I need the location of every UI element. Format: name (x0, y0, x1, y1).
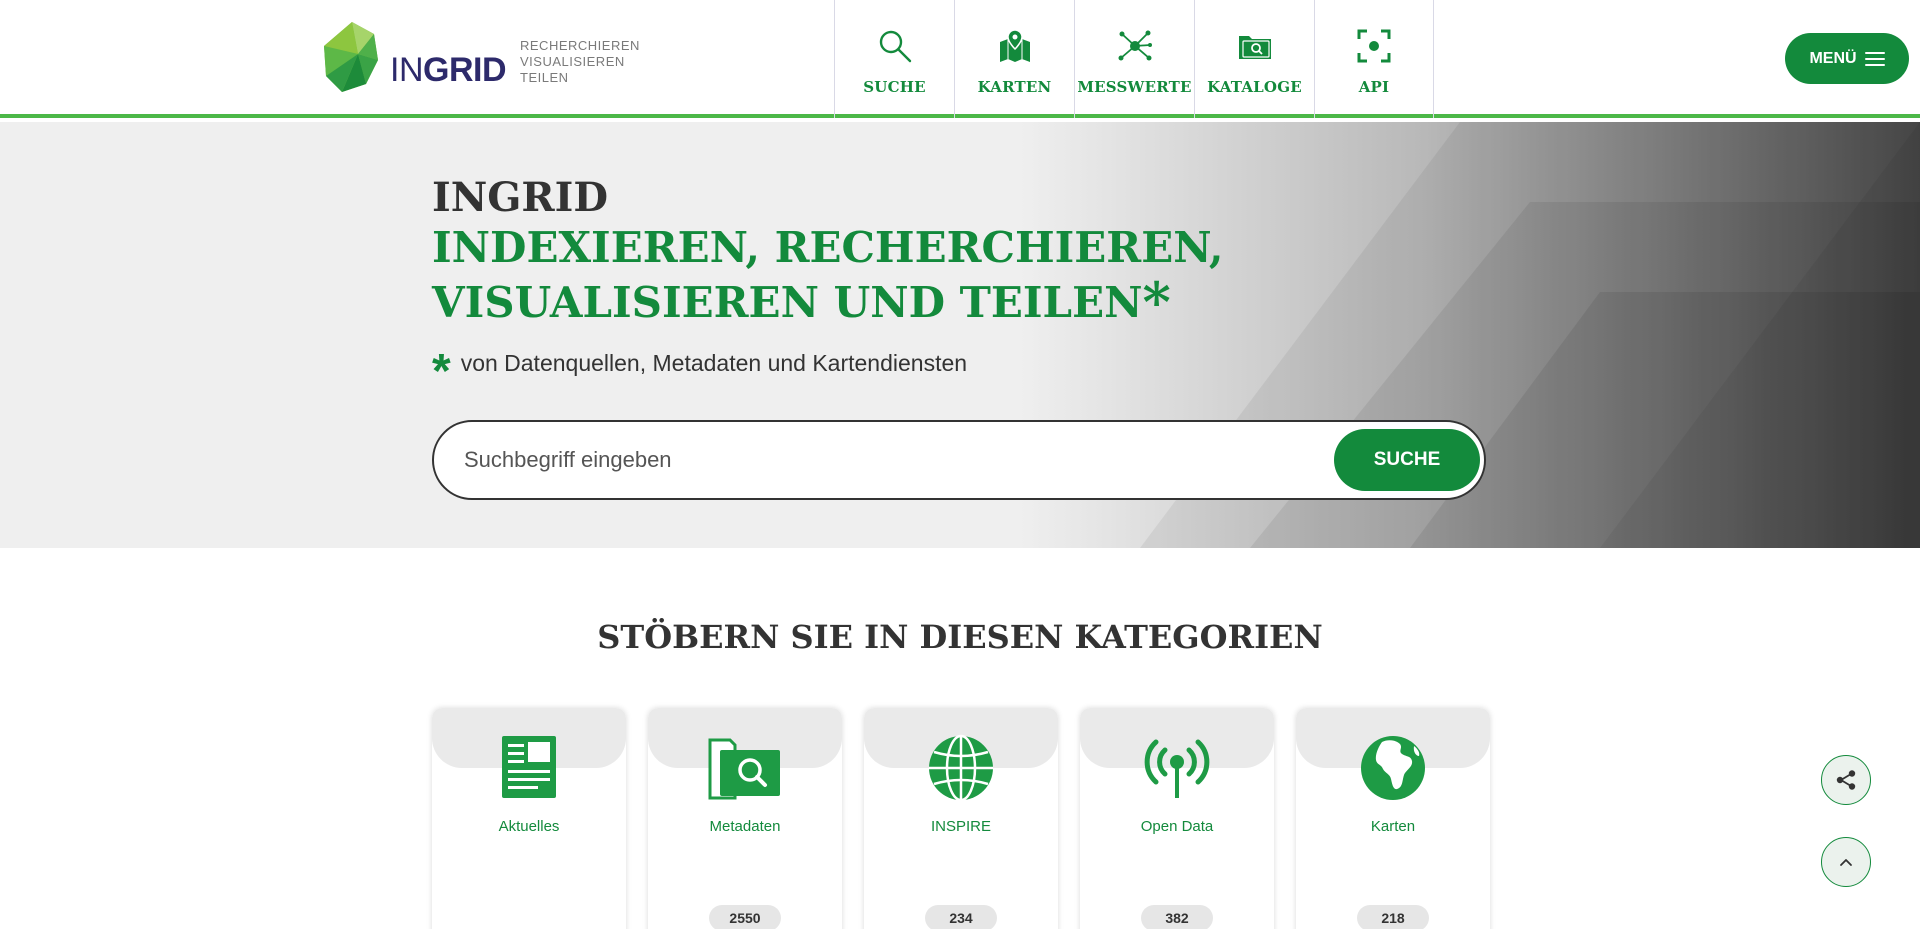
nav-item-suche[interactable]: SUCHE (834, 0, 954, 118)
logo-wordmark[interactable]: INGRID (390, 51, 507, 90)
tagline-line: TEILEN (520, 70, 569, 85)
catalog-folder-icon (1238, 36, 1271, 59)
nav-label: KARTEN (977, 78, 1052, 96)
card-count-badge: 234 (925, 905, 997, 929)
category-cards: Aktuelles Metadaten 2550 INSPIRE 234 Ope… (432, 708, 1490, 929)
tagline-line: VISUALISIEREN (520, 54, 625, 69)
nav-item-kataloge[interactable]: KATALOGE (1194, 0, 1314, 118)
card-label: INSPIRE (930, 818, 991, 835)
search-icon (879, 30, 911, 63)
scroll-to-top-button[interactable] (1821, 837, 1871, 887)
site-header: INGRID RECHERCHIEREN VISUALISIEREN TEILE… (0, 0, 1920, 118)
broadcast-antenna-icon (1144, 739, 1210, 798)
map-icon (999, 29, 1030, 62)
logo-text-grid: GRID (423, 51, 507, 89)
share-button[interactable] (1821, 755, 1871, 805)
logo-text-in: IN (390, 51, 424, 89)
hero-note-text: von Datenquellen, Metadaten und Kartendi… (460, 350, 968, 376)
card-label: Aktuelles (498, 818, 560, 835)
card-label: Metadaten (709, 818, 781, 835)
metadata-folder-search-icon (708, 738, 780, 800)
tagline-line: RECHERCHIEREN (520, 38, 640, 53)
nav-label: SUCHE (863, 78, 926, 96)
hero-note: * von Datenquellen, Metadaten und Karten… (432, 336, 968, 398)
nav-label: API (1358, 78, 1390, 96)
nav-label: MESSWERTE (1077, 78, 1192, 96)
category-card-inspire[interactable]: INSPIRE 234 (864, 708, 1058, 929)
card-count-badge: 382 (1141, 905, 1213, 929)
hero-note-star: * (432, 345, 451, 398)
search-input[interactable] (464, 438, 1264, 482)
nav-item-api[interactable]: API (1314, 0, 1434, 118)
logo-tagline: RECHERCHIEREN VISUALISIEREN TEILEN (520, 38, 640, 86)
news-icon (502, 736, 556, 798)
chevron-up-icon (1840, 859, 1852, 866)
hero-section: INGRID INDEXIEREN, RECHERCHIEREN, VISUAL… (0, 122, 1920, 548)
main-nav: SUCHE KARTEN MESSWERTE KATALOGE API (834, 0, 1434, 118)
category-card-karten[interactable]: Karten 218 (1296, 708, 1490, 929)
nav-label: KATALOGE (1207, 78, 1302, 96)
card-count-badge: 218 (1357, 905, 1429, 929)
category-card-metadaten[interactable]: Metadaten 2550 (648, 708, 842, 929)
earth-africa-icon (1361, 736, 1425, 800)
search-button[interactable]: SUCHE (1334, 429, 1480, 491)
network-icon (1118, 30, 1152, 61)
share-icon (1836, 770, 1856, 790)
hero-subtitle-star: * (1142, 270, 1171, 334)
menu-button[interactable]: MENÜ (1785, 33, 1909, 84)
card-label: Karten (1370, 818, 1416, 835)
hamburger-icon (1864, 51, 1885, 66)
nav-item-messwerte[interactable]: MESSWERTE (1074, 0, 1194, 118)
category-card-aktuelles[interactable]: Aktuelles (432, 708, 626, 929)
menu-button-label: MENÜ (1809, 49, 1857, 67)
categories-heading: STÖBERN SIE IN DIESEN KATEGORIEN (597, 618, 1323, 656)
api-focus-icon (1357, 29, 1391, 63)
hero-subtitle: INDEXIEREN, RECHERCHIEREN, VISUALISIEREN… (432, 222, 1512, 329)
globe-icon (929, 734, 993, 802)
nav-item-karten[interactable]: KARTEN (954, 0, 1074, 118)
search-bar: SUCHE (432, 420, 1486, 500)
hero-subtitle-text: INDEXIEREN, RECHERCHIEREN, VISUALISIEREN… (432, 223, 1224, 327)
card-count-badge: 2550 (709, 905, 781, 929)
card-label: Open Data (1140, 818, 1214, 835)
category-card-open-data[interactable]: Open Data 382 (1080, 708, 1274, 929)
hero-title: INGRID (432, 174, 609, 221)
